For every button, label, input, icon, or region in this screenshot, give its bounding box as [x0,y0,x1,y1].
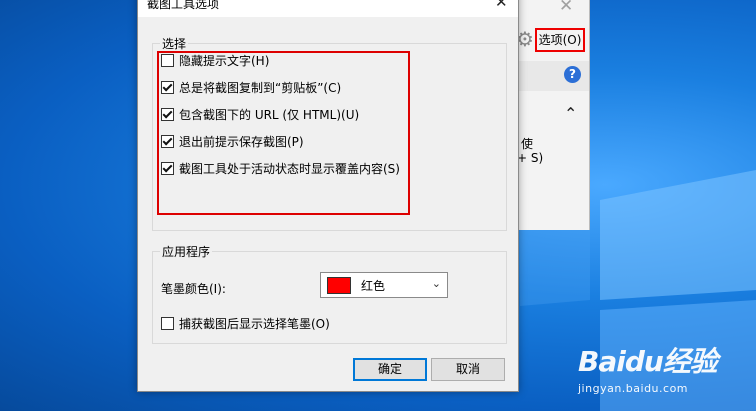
dialog-title: 截图工具选项 [147,0,220,11]
application-group-legend: 应用程序 [160,243,213,260]
watermark-url: jingyan.baidu.com [578,382,689,395]
option-show-pen[interactable]: 捕获截图后显示选择笔墨(O) [161,314,330,332]
checkbox[interactable] [161,107,174,121]
option-show-overlay[interactable]: 截图工具处于活动状态时显示覆盖内容(S) [161,159,400,177]
option-include-url[interactable]: 包含截图下的 URL (仅 HTML)(U) [161,105,359,123]
select-group-legend: 选择 [160,35,189,52]
application-group: 应用程序 笔墨颜色(I): 红色 ⌄ 捕获截图后显示选择笔墨(O) [152,243,507,344]
select-group: 选择 隐藏提示文字(H) 总是将截图复制到“剪贴板”(C) 包含截图下的 URL… [152,35,507,231]
help-icon[interactable]: ? [564,66,581,83]
pen-color-select[interactable]: 红色 ⌄ [320,272,448,298]
option-copy-clipboard[interactable]: 总是将截图复制到“剪贴板”(C) [161,78,341,96]
option-prompt-save[interactable]: 退出前提示保存截图(P) [161,132,304,150]
checkbox[interactable] [161,134,174,148]
checkbox[interactable] [161,161,174,175]
baidu-watermark: Baidu经验 jingyan.baidu.com [578,340,718,395]
options-dialog: 截图工具选项 ✕ 选择 隐藏提示文字(H) 总是将截图复制到“剪贴板”(C) 包… [137,0,519,392]
options-button[interactable]: 选项(O) [535,28,585,52]
hint-text-line2: + S) [517,151,544,165]
color-swatch [327,276,351,294]
checkbox[interactable] [161,316,174,330]
checkbox[interactable] [161,53,174,67]
close-icon[interactable]: ✕ [559,0,573,16]
pen-color-value: 红色 [361,278,386,293]
cancel-button[interactable]: 取消 [431,358,505,381]
dialog-titlebar: 截图工具选项 ✕ [138,0,518,17]
pen-color-label: 笔墨颜色(I): [161,282,226,296]
chevron-down-icon: ⌄ [431,277,441,290]
watermark-logo: Baidu经验 [578,345,718,378]
chevron-up-icon[interactable]: ⌃ [564,104,577,123]
option-hide-hint[interactable]: 隐藏提示文字(H) [161,51,269,69]
ok-button[interactable]: 确定 [353,358,427,381]
checkbox[interactable] [161,80,174,94]
close-icon[interactable]: ✕ [495,0,508,11]
hint-text-line1: 使 [521,137,534,151]
